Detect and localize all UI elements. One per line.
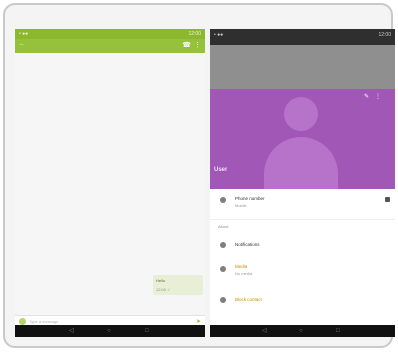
section-label: About xyxy=(218,224,229,229)
back-nav-icon[interactable]: ◁ xyxy=(262,328,267,334)
profile-header: ✎ ⋮ User xyxy=(210,89,395,189)
message-text: Hello xyxy=(156,278,166,283)
edit-icon[interactable]: ✎ xyxy=(364,93,369,100)
media-row[interactable]: Media No media xyxy=(210,258,395,286)
attach-icon[interactable] xyxy=(19,318,26,325)
block-icon xyxy=(220,297,226,303)
block-row[interactable]: Block contact xyxy=(210,289,395,317)
back-icon[interactable]: ← xyxy=(19,41,25,47)
home-nav-icon[interactable]: ○ xyxy=(107,328,111,334)
row-subtitle: No media xyxy=(235,271,253,276)
notifications-row[interactable]: Notifications xyxy=(210,234,395,258)
avatar-body-shape xyxy=(264,137,338,189)
message-time: 12:00 ✓ xyxy=(156,287,171,292)
message-bubble[interactable]: Hello 12:00 ✓ xyxy=(153,275,203,295)
divider xyxy=(210,219,395,220)
media-icon xyxy=(220,266,226,272)
status-time: 12:00 xyxy=(378,32,391,38)
avatar-head-shape xyxy=(284,97,318,131)
phone-row[interactable]: Phone number Mobile xyxy=(210,189,395,219)
more-icon[interactable]: ⋮ xyxy=(375,93,381,100)
status-left: • ●● xyxy=(214,32,224,38)
chat-toolbar: ← ☎ ⋮ xyxy=(15,39,205,53)
message-input[interactable]: Type a message xyxy=(29,319,58,324)
row-title: Phone number xyxy=(235,196,265,201)
chat-screen: • ●● 12:00 ← ☎ ⋮ Hello 12:00 ✓ Type a me… xyxy=(15,29,205,337)
row-title: Media xyxy=(235,264,248,269)
recents-nav-icon[interactable]: □ xyxy=(145,328,149,334)
recents-nav-icon[interactable]: □ xyxy=(336,328,340,334)
home-nav-icon[interactable]: ○ xyxy=(299,328,303,334)
back-nav-icon[interactable]: ◁ xyxy=(69,328,74,334)
call-icon[interactable]: ☎ xyxy=(182,41,191,51)
row-title: Notifications xyxy=(235,242,260,247)
status-left: • ●● xyxy=(19,31,29,37)
row-title: Block contact xyxy=(235,297,262,302)
status-bar: • ●● 12:00 xyxy=(210,29,395,45)
more-icon[interactable]: ⋮ xyxy=(194,41,201,51)
phone-icon xyxy=(220,197,226,203)
navigation-bar: ◁ ○ □ xyxy=(210,325,395,337)
screenshot-frame: • ●● 12:00 ← ☎ ⋮ Hello 12:00 ✓ Type a me… xyxy=(3,3,395,348)
status-bar: • ●● 12:00 xyxy=(15,29,205,39)
bell-icon xyxy=(220,242,226,248)
contact-info-screen: • ●● 12:00 ✎ ⋮ User Phone number Mobile … xyxy=(210,29,395,337)
row-subtitle: Mobile xyxy=(235,203,247,208)
toolbar-band xyxy=(210,45,395,89)
message-icon[interactable] xyxy=(385,197,390,202)
status-time: 12:00 xyxy=(188,31,201,37)
navigation-bar: ◁ ○ □ xyxy=(15,325,205,337)
send-icon[interactable]: ➤ xyxy=(196,318,201,325)
contact-name: User xyxy=(214,167,228,173)
